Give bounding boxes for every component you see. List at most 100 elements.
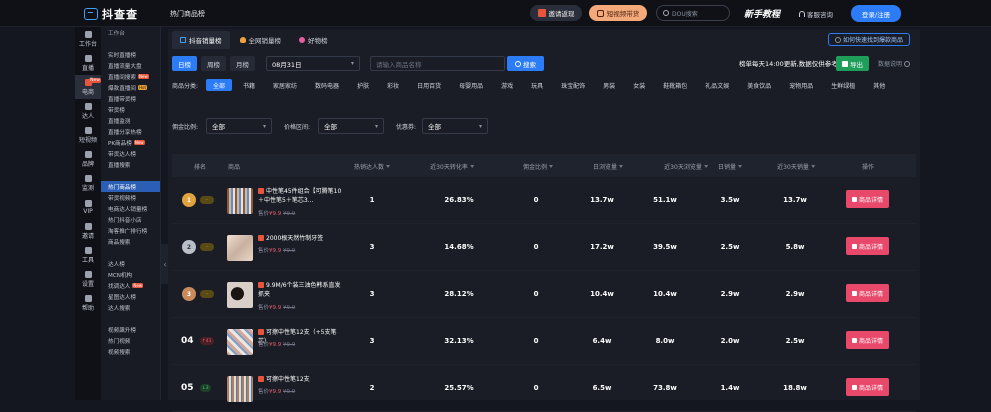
nav-invite[interactable]: 邀请 [75,219,101,243]
category-chip[interactable]: 母婴用品 [452,79,490,91]
product-detail-button[interactable]: 商品详情 [846,284,889,302]
menu-item[interactable]: 热门视频 [101,335,160,346]
logo[interactable]: 抖查查 [84,6,138,22]
nav-shop[interactable]: 电商 New [75,75,101,99]
product-thumbnail[interactable] [227,329,253,355]
product-detail-button[interactable]: 商品详情 [846,331,889,349]
menu-item[interactable]: 爆款直播间 Hot [101,82,160,93]
category-chip[interactable]: 彩妆 [380,79,406,91]
menu-item[interactable]: 直播间搜索 New [101,71,160,82]
menu-item[interactable]: 达人搜索 [101,302,160,313]
data-explain-link[interactable]: 数据说明 [878,59,911,68]
category-chip[interactable]: 鞋靴箱包 [656,79,694,91]
category-chip[interactable]: 美食饮品 [740,79,778,91]
product-detail-button[interactable]: 商品详情 [846,378,889,396]
video-promo-button[interactable]: 短视频带货 [589,5,647,21]
menu-item[interactable]: 达人榜 [101,258,160,269]
category-chip[interactable]: 宠物用品 [782,79,820,91]
tips-button[interactable]: 如何快速找到爆款商品 [827,33,910,46]
nav-dashboard[interactable]: 工作台 [75,27,101,51]
search-button[interactable]: 搜索 [507,56,544,71]
category-chip[interactable]: 数码电器 [308,79,346,91]
nav-settings[interactable]: 设置 [75,267,101,291]
commission-select[interactable]: 全部 ▾ [206,118,272,134]
menu-item[interactable]: 星图达人榜 [101,291,160,302]
menu-item[interactable]: 直播监测 [101,115,160,126]
invite-button[interactable]: 邀请返现 [530,5,582,21]
category-chip[interactable]: 护肤 [350,79,376,91]
menu-item[interactable]: 直播搜索 [101,159,160,170]
menu-item[interactable]: 视频飙升榜 [101,324,160,335]
column-header[interactable]: 近30天浏览量 [664,162,708,171]
menu-item[interactable]: 热门商品榜 [101,181,160,192]
product-name[interactable]: 可擦中性笔12支 [258,375,342,384]
tutorial-link[interactable]: 新手教程 [744,7,780,20]
nav-brand[interactable]: 品牌 [75,147,101,171]
menu-item[interactable]: 带货视频榜 [101,192,160,203]
menu-item[interactable]: 热门抖音小店 [101,214,160,225]
menu-item[interactable]: 淘客推广排行榜 [101,225,160,236]
menu-item[interactable]: 实时直播榜 [101,49,160,60]
menu-item[interactable]: 找调达人 New [101,280,160,291]
product-thumbnail[interactable] [227,235,253,261]
menu-item[interactable]: 电商达人销量榜 [101,203,160,214]
global-search-input[interactable]: DOU搜索 [656,5,730,21]
nav-tool[interactable]: 工具 [75,243,101,267]
tab-good-items[interactable]: 好物榜 [291,31,336,49]
month-rank-tab[interactable]: 月榜 [230,56,255,71]
nav-monitor[interactable]: 监测 [75,171,101,195]
menu-item[interactable]: 商品搜索 [101,236,160,247]
product-name[interactable]: 2000根天然竹制牙签 [258,234,342,243]
category-chip[interactable]: 礼品文娱 [698,79,736,91]
column-header[interactable]: 近30天转化率 [430,162,474,171]
goods-search-input[interactable]: 请输入商品名称 [370,56,505,71]
tab-all-sales[interactable]: 全网销量榜 [232,31,290,49]
menu-item[interactable]: 直播分享热榜 [101,126,160,137]
column-header[interactable]: 日浏览量 [593,162,624,171]
category-chip[interactable]: 日用百货 [410,79,448,91]
category-chip[interactable]: 其他 [866,79,892,91]
column-header[interactable]: 佣金比例 [523,162,554,171]
date-picker[interactable]: 08月31日 ▾ [266,56,360,71]
menu-item[interactable]: 工作台 [101,27,160,38]
menu-item[interactable]: MCN机构 [101,269,160,280]
product-thumbnail[interactable] [227,376,253,402]
category-chip[interactable]: 游戏 [494,79,520,91]
nav-crown[interactable]: VIP [75,195,101,219]
product-thumbnail[interactable] [227,188,253,214]
nav-live[interactable]: 直播 [75,51,101,75]
category-chip[interactable]: 珠宝配饰 [554,79,592,91]
week-rank-tab[interactable]: 周榜 [201,56,226,71]
nav-help[interactable]: 帮助 [75,291,101,315]
product-name[interactable]: 9.9M/6个装三油色韩系直发抓夹 [258,281,342,299]
column-header[interactable]: 热销达人数 [354,162,391,171]
nav-douyin[interactable]: 达人 [75,99,101,123]
menu-item[interactable]: PK商品榜 New [101,137,160,148]
category-chip[interactable]: 书籍 [236,79,262,91]
category-chip[interactable]: 男装 [596,79,622,91]
column-header[interactable]: 日销量 [718,162,743,171]
coupon-select[interactable]: 全部 ▾ [422,118,488,134]
product-detail-button[interactable]: 商品详情 [846,190,889,208]
tab-douyin-sales[interactable]: 抖音销量榜 [172,31,230,49]
category-chip[interactable]: 生鲜绿植 [824,79,862,91]
product-detail-button[interactable]: 商品详情 [846,237,889,255]
menu-item[interactable]: 直播流量大盘 [101,60,160,71]
login-button[interactable]: 登录/注册 [851,5,901,22]
menu-item[interactable]: 直播带货榜 [101,93,160,104]
menu-item[interactable]: 视频搜索 [101,346,160,357]
price-range-select[interactable]: 全部 ▾ [318,118,384,134]
column-header[interactable]: 近30天销量 [777,162,815,171]
category-chip[interactable]: 女装 [626,79,652,91]
day-rank-tab[interactable]: 日榜 [172,56,197,71]
menu-item[interactable]: 带货榜 [101,104,160,115]
product-name[interactable]: 中性笔45件组合【可腾笔10＋中性笔5＋笔芯3... [258,187,342,205]
export-button[interactable]: 导出 [836,56,869,71]
category-chip[interactable]: 家居家纺 [266,79,304,91]
category-chip[interactable]: 玩具 [524,79,550,91]
customer-service-link[interactable]: 客服咨询 [799,9,833,19]
menu-item[interactable]: 带货达人榜 [101,148,160,159]
product-thumbnail[interactable] [227,282,253,308]
nav-video[interactable]: 短视频 [75,123,101,147]
category-chip[interactable]: 全部 [206,79,233,91]
